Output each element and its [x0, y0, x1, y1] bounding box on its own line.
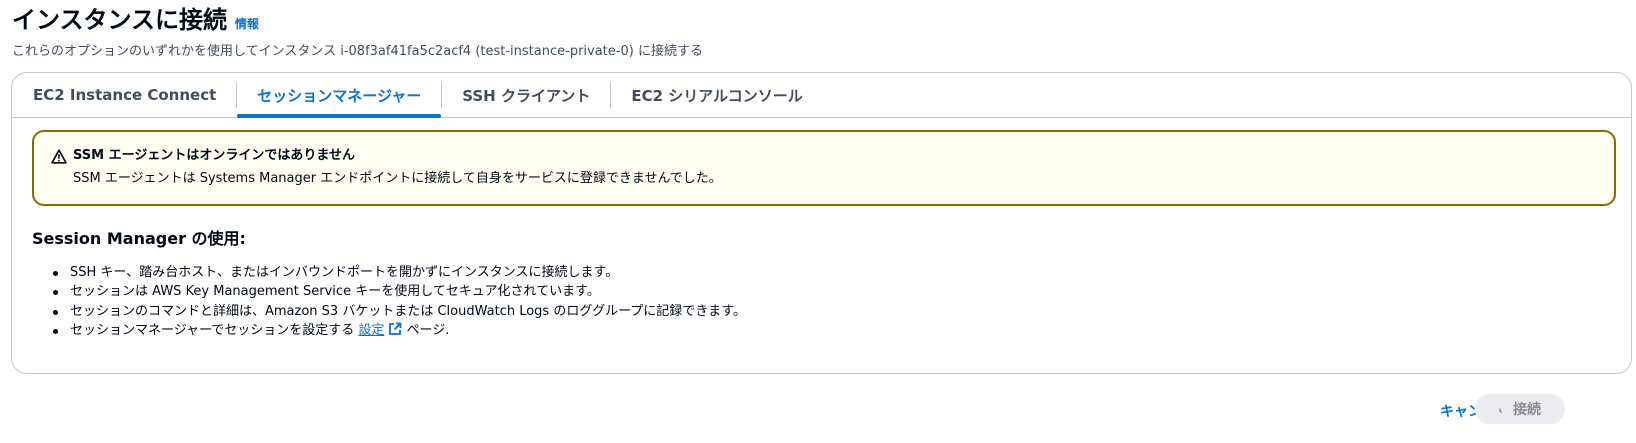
list-item-text: セッションマネージャーでセッションを設定する [70, 322, 355, 338]
list-item: セッションは AWS Key Management Service キーを使用し… [50, 282, 746, 301]
info-link[interactable]: 情報 [235, 15, 259, 32]
alert-message: SSM エージェントは Systems Manager エンドポイントに接続して… [73, 171, 722, 186]
warning-icon [51, 149, 67, 164]
tab-ec2-serial-console[interactable]: EC2 シリアルコンソール [611, 73, 822, 117]
tab-session-manager[interactable]: セッションマネージャー [237, 73, 442, 118]
ssm-agent-offline-alert: SSM エージェントはオンラインではありません SSM エージェントは Syst… [32, 130, 1616, 206]
session-manager-heading: Session Manager の使用: [32, 229, 246, 248]
title-row: インスタンスに接続 情報 [12, 3, 703, 37]
list-item: SSH キー、踏み台ホスト、またはインバウンドポートを開かずにインスタンスに接続… [50, 263, 746, 282]
external-link-icon[interactable] [388, 322, 402, 336]
connect-button-label: 接続 [1513, 402, 1541, 418]
alert-title: SSM エージェントはオンラインではありません [73, 148, 355, 163]
list-item-suffix: ページ. [406, 322, 450, 338]
connect-to-instance-page: インスタンスに接続 情報 これらのオプションのいずれかを使用してインスタンス i… [0, 0, 1636, 443]
page-description: これらのオプションのいずれかを使用してインスタンス i-08f3af41fa5c… [12, 44, 703, 59]
tab-ssh-client[interactable]: SSH クライアント [442, 73, 610, 117]
list-item: セッションのコマンドと詳細は、Amazon S3 バケットまたは CloudWa… [50, 302, 746, 321]
page-title: インスタンスに接続 [12, 6, 228, 34]
tab-bar: EC2 Instance Connect セッションマネージャー SSH クライ… [12, 73, 1631, 118]
connection-options-container: EC2 Instance Connect セッションマネージャー SSH クライ… [11, 72, 1632, 374]
page-header: インスタンスに接続 情報 これらのオプションのいずれかを使用してインスタンス i… [12, 3, 703, 59]
loading-spinner-icon [1499, 408, 1502, 413]
connect-button[interactable]: 接続 [1475, 394, 1565, 424]
tab-ec2-instance-connect[interactable]: EC2 Instance Connect [12, 73, 236, 117]
list-item: セッションマネージャーでセッションを設定する 設定 ページ. [50, 321, 746, 340]
settings-link[interactable]: 設定 [358, 323, 384, 338]
session-manager-benefits-list: SSH キー、踏み台ホスト、またはインバウンドポートを開かずにインスタンスに接続… [50, 263, 746, 340]
